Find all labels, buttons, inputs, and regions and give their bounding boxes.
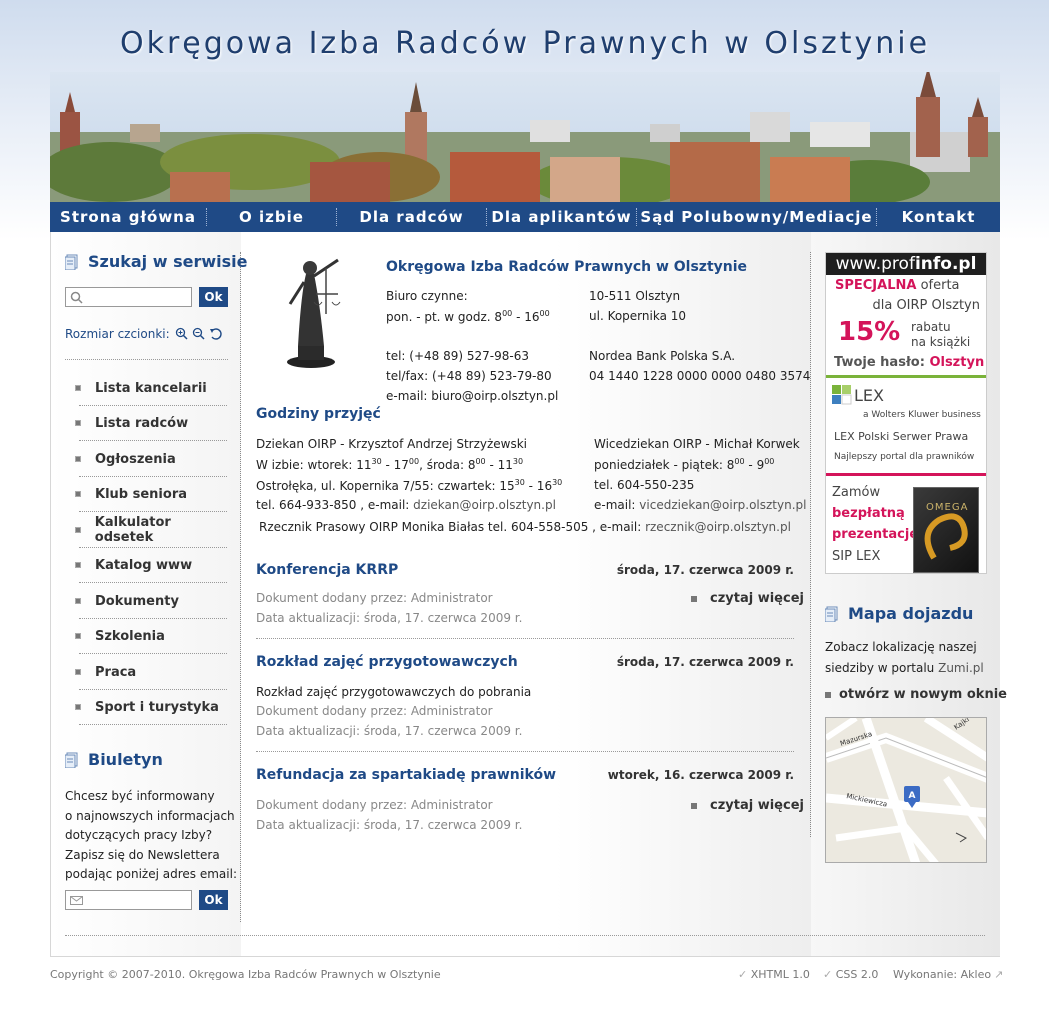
magnifier-icon — [70, 291, 83, 304]
dean-email-link[interactable]: dziekan@oirp.olsztyn.pl — [413, 498, 556, 512]
document-icon — [64, 752, 79, 768]
menu-item-kalkulator-odsetek[interactable]: Kalkulator odsetek — [75, 513, 227, 548]
menu-item-lista-kancelarii[interactable]: Lista kancelarii — [75, 371, 227, 406]
document-icon — [64, 254, 79, 270]
ad-banner[interactable]: www.profinfo.pl SPECJALNA oferta dla OIR… — [825, 252, 987, 574]
nav-arbitration[interactable]: Sąd Polubowny/Mediacje — [637, 208, 877, 226]
article-updated: Data aktualizacji: środa, 17. czerwca 20… — [256, 818, 523, 832]
map-text-1: Zobacz lokalizację naszej — [825, 640, 977, 654]
map-text-2: siedziby w portalu Zumi.pl — [825, 661, 984, 675]
newsletter-email-input[interactable] — [65, 890, 192, 910]
menu-item-dokumenty[interactable]: Dokumenty — [75, 584, 227, 619]
search-ok-button[interactable]: Ok — [199, 287, 228, 307]
site-title: Okręgowa Izba Radców Prawnych w Olsztyni… — [119, 26, 931, 61]
map-marker: A — [909, 791, 916, 801]
copyright: Copyright © 2007-2010. Okręgowa Izba Rad… — [50, 968, 441, 981]
css-badge[interactable]: ✓ CSS 2.0 — [823, 968, 878, 981]
lex-logo-icon — [832, 385, 852, 405]
article-updated: Data aktualizacji: środa, 17. czerwca 20… — [256, 724, 523, 738]
vice-dean-hours: poniedziałek - piątek: 800 - 900 — [594, 457, 775, 472]
map-section-title: Mapa dojazdu — [824, 604, 973, 623]
vice-dean-phone: tel. 604-550-235 — [594, 478, 695, 492]
map-thumbnail[interactable]: Mazurska Mickiewicza Kajki A — [825, 717, 987, 863]
font-size-label: Rozmiar czcionki: — [65, 327, 170, 341]
info-heading: Okręgowa Izba Radców Prawnych w Olsztyni… — [386, 259, 748, 275]
search-section-title: Szukaj w serwisie — [64, 252, 248, 271]
vice-dean-email-link[interactable]: vicedziekan@oirp.olsztyn.pl — [639, 498, 806, 512]
bank-name: Nordea Bank Polska S.A. — [589, 349, 736, 363]
dean-contact: tel. 664-933-850 , e-mail: dziekan@oirp.… — [256, 498, 556, 512]
article-author: Dokument dodany przez: Administrator — [256, 591, 493, 605]
press-email-link[interactable]: rzecznik@oirp.olsztyn.pl — [645, 520, 791, 534]
nav-home[interactable]: Strona główna — [50, 208, 207, 226]
article-title[interactable]: Rozkład zajęć przygotowawczych — [256, 654, 518, 670]
vice-dean-name: Wicedziekan OIRP - Michał Korwek — [594, 437, 800, 451]
article-author: Dokument dodany przez: Administrator — [256, 704, 493, 718]
newsletter-section-title: Biuletyn — [64, 750, 163, 769]
main-nav: Strona główna O izbie Dla radców Dla apl… — [50, 202, 1000, 232]
content-area: Szukaj w serwisie Ok Rozmiar czcionki: L… — [50, 232, 1007, 957]
article-date: środa, 17. czerwca 2009 r. — [616, 655, 794, 669]
article-updated: Data aktualizacji: środa, 17. czerwca 20… — [256, 611, 523, 625]
menu-item-katalog-www[interactable]: Katalog www — [75, 548, 227, 583]
bank-account: 04 1440 1228 0000 0000 0480 3574 — [589, 369, 811, 383]
menu-item-sport[interactable]: Sport i turystyka — [75, 690, 227, 725]
hours-title: Godziny przyjęć — [256, 406, 381, 422]
xhtml-badge[interactable]: ✓ XHTML 1.0 — [738, 968, 810, 981]
omega-product-box: OMEGA — [913, 487, 979, 573]
reset-icon[interactable] — [209, 327, 223, 341]
city-banner — [50, 72, 1000, 202]
office-label: Biuro czynne: — [386, 289, 468, 303]
zumi-link[interactable]: Zumi.pl — [938, 661, 984, 675]
newsletter-text: Chcesz być informowany o najnowszych inf… — [65, 789, 237, 881]
font-size-controls: Rozmiar czcionki: — [65, 327, 223, 341]
justice-statue-image — [276, 254, 346, 369]
postcode: 10-511 Olsztyn — [589, 289, 681, 303]
fax: tel/fax: (+48 89) 523-79-80 — [386, 369, 552, 383]
dean-name: Dziekan OIRP - Krzysztof Andrzej Strzyże… — [256, 437, 528, 451]
office-hours: pon. - pt. w godz. 800 - 1600 — [386, 309, 550, 324]
read-more-link[interactable]: czytaj więcej — [691, 591, 804, 606]
office-email[interactable]: e-mail: biuro@oirp.olsztyn.pl — [386, 389, 558, 403]
phone: tel: (+48 89) 527-98-63 — [386, 349, 529, 363]
menu-item-klub-seniora[interactable]: Klub seniora — [75, 477, 227, 512]
article-date: wtorek, 16. czerwca 2009 r. — [607, 768, 794, 782]
nav-about[interactable]: O izbie — [207, 208, 337, 226]
nav-for-counsels[interactable]: Dla radców — [337, 208, 487, 226]
article-author: Dokument dodany przez: Administrator — [256, 798, 493, 812]
nav-contact[interactable]: Kontakt — [877, 208, 1000, 226]
made-by-link[interactable]: Wykonanie: Akleo ↗ — [893, 968, 1003, 981]
menu-item-szkolenia[interactable]: Szkolenia — [75, 619, 227, 654]
dean-ostroleka: Ostrołęka, ul. Kopernika 7/55: czwartek:… — [256, 478, 563, 493]
nav-for-trainees[interactable]: Dla aplikantów — [487, 208, 637, 226]
article-title[interactable]: Refundacja za spartakiadę prawników — [256, 767, 556, 783]
envelope-icon — [70, 896, 83, 905]
open-map-link[interactable]: otwórz w nowym oknie — [825, 687, 1007, 702]
menu-item-lista-radcow[interactable]: Lista radców — [75, 406, 227, 441]
lex-logo: LEX — [832, 385, 884, 405]
press-officer: Rzecznik Prasowy OIRP Monika Białas tel.… — [259, 520, 791, 534]
article-title[interactable]: Konferencja KRRP — [256, 562, 398, 578]
search-input[interactable] — [65, 287, 192, 307]
zoom-in-icon[interactable] — [175, 327, 189, 341]
dean-hours: W izbie: wtorek: 1130 - 1700, środa: 800… — [256, 457, 524, 472]
external-link-icon: ↗ — [994, 968, 1004, 981]
read-more-link[interactable]: czytaj więcej — [691, 798, 804, 813]
article-body: Rozkład zajęć przygotowawczych do pobran… — [256, 685, 532, 699]
zoom-out-icon[interactable] — [192, 327, 206, 341]
article-date: środa, 17. czerwca 2009 r. — [616, 563, 794, 577]
document-icon — [824, 606, 839, 622]
newsletter-ok-button[interactable]: Ok — [199, 890, 228, 910]
menu-item-praca[interactable]: Praca — [75, 655, 227, 690]
vice-dean-contact: e-mail: vicedziekan@oirp.olsztyn.pl — [594, 498, 807, 512]
search-title-text: Szukaj w serwisie — [88, 252, 248, 271]
profinfo-logo: www.profinfo.pl — [826, 253, 986, 275]
menu-item-ogloszenia[interactable]: Ogłoszenia — [75, 442, 227, 477]
street: ul. Kopernika 10 — [589, 309, 687, 323]
